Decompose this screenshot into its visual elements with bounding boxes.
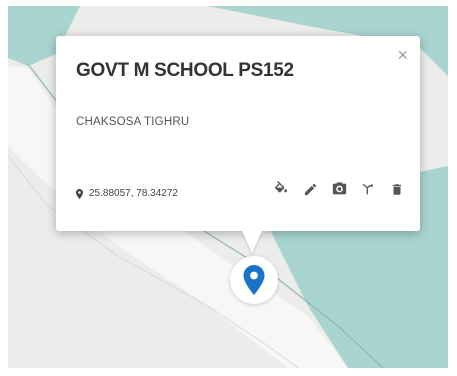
popup-toolbar bbox=[272, 180, 406, 198]
map-view[interactable]: GOVT M SCHOOL PS152 × CHAKSOSA TIGHRU 25… bbox=[8, 6, 448, 368]
trash-icon[interactable] bbox=[388, 180, 406, 198]
coordinates-text: 25.88057, 78.34272 bbox=[89, 188, 178, 199]
location-pin-icon bbox=[76, 188, 83, 199]
popup-pointer bbox=[242, 231, 262, 253]
directions-icon[interactable] bbox=[359, 180, 377, 198]
location-popup: GOVT M SCHOOL PS152 × CHAKSOSA TIGHRU 25… bbox=[56, 36, 420, 253]
coordinates-row: 25.88057, 78.34272 bbox=[76, 188, 178, 199]
close-icon[interactable]: × bbox=[397, 46, 408, 64]
camera-icon[interactable] bbox=[330, 180, 348, 198]
popup-subtitle: CHAKSOSA TIGHRU bbox=[76, 116, 190, 128]
location-marker[interactable] bbox=[230, 256, 278, 304]
fill-icon[interactable] bbox=[272, 180, 290, 198]
pencil-icon[interactable] bbox=[301, 180, 319, 198]
map-pin-icon bbox=[243, 265, 265, 295]
popup-title: GOVT M SCHOOL PS152 bbox=[76, 60, 294, 81]
